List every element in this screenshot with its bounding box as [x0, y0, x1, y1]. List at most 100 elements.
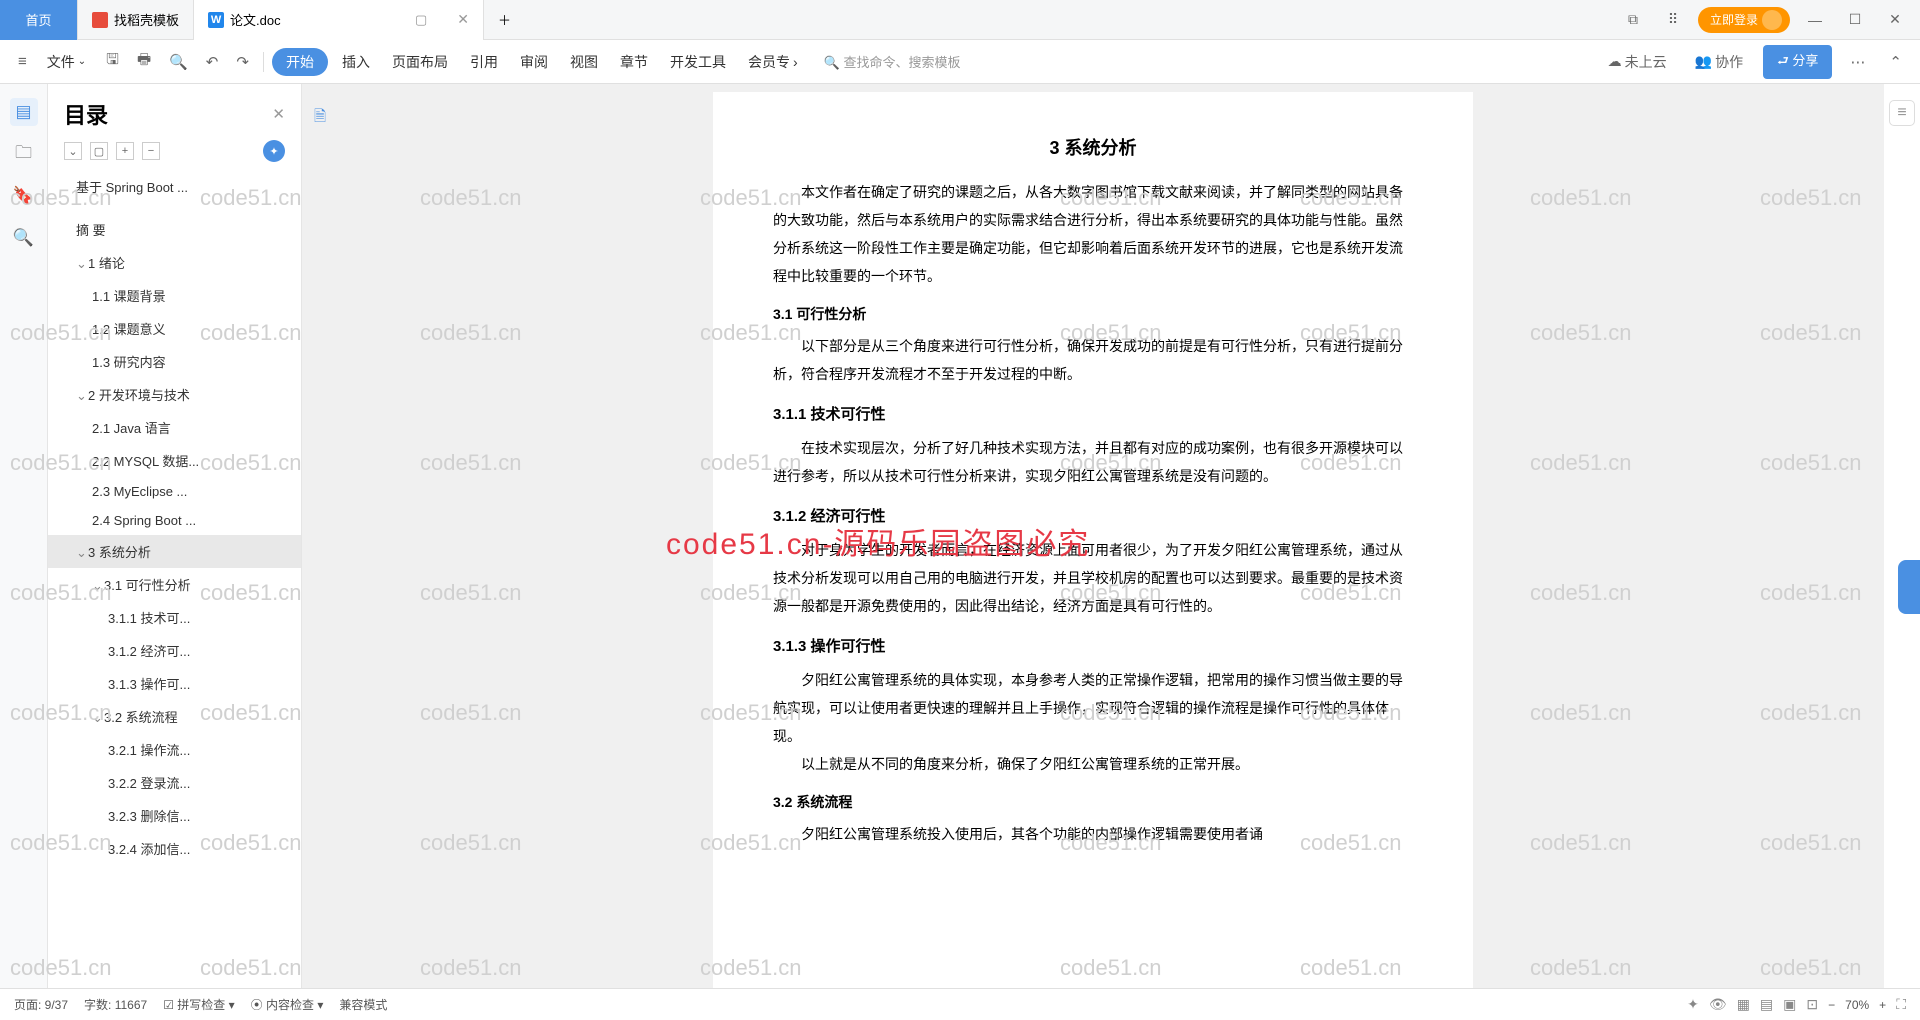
float-tab[interactable] [1898, 560, 1920, 614]
outline-item[interactable]: 1.3 研究内容 [48, 345, 301, 378]
outline-title: 目录 [64, 98, 108, 130]
share-button[interactable]: ⮐ 分享 [1763, 45, 1832, 79]
plus-icon[interactable]: + [116, 142, 134, 160]
tab-templates[interactable]: 找稻壳模板 [78, 0, 194, 40]
ribbon-toolbar: ≡ 文件 ⌄ 🖫 🖶 🔍 ↶ ↷ 开始 插入 页面布局 引用 审阅 视图 章节 … [0, 40, 1920, 84]
popup-icon[interactable]: ▢ [415, 12, 427, 28]
heading-ch3: 3 系统分析 [773, 130, 1413, 166]
redo-icon[interactable]: ↷ [230, 49, 255, 75]
spellcheck-toggle[interactable]: ☑ 拼写检查 ▾ [163, 996, 234, 1013]
tab-home[interactable]: 首页 [0, 0, 78, 40]
apps-icon[interactable]: ⠿ [1658, 5, 1688, 35]
outline-item[interactable]: 3.1.2 经济可... [48, 634, 301, 667]
outline-item[interactable]: 3.2.4 添加信... [48, 832, 301, 865]
paragraph: 在技术实现层次，分析了好几种技术实现方法，并且都有对应的成功案例，也有很多开源模… [773, 434, 1413, 490]
preview-icon[interactable]: 🔍 [163, 49, 194, 75]
collapse-ribbon-icon[interactable]: ⌃ [1883, 49, 1908, 75]
view-page-icon[interactable]: 👁 [1709, 996, 1727, 1013]
view-web-icon[interactable]: ▦ [1737, 996, 1750, 1013]
outline-item[interactable]: 2.2 MYSQL 数据... [48, 444, 301, 477]
heading-312: 3.1.2 经济可行性 [773, 502, 1413, 532]
tab-insert[interactable]: 插入 [334, 48, 378, 76]
outline-item[interactable]: ⌄3 系统分析 [48, 535, 301, 568]
login-button[interactable]: 立即登录 [1698, 7, 1790, 33]
box1-icon[interactable]: ▢ [90, 142, 108, 160]
word-count[interactable]: 字数: 11667 [84, 996, 147, 1013]
coop-button[interactable]: 👥 协作 [1687, 48, 1751, 76]
undo-icon[interactable]: ↶ [200, 49, 225, 75]
tab-view[interactable]: 视图 [562, 48, 606, 76]
minus-icon[interactable]: − [142, 142, 160, 160]
close-window-icon[interactable]: ✕ [1880, 5, 1910, 35]
heading-32: 3.2 系统流程 [773, 788, 1413, 816]
fit-icon[interactable]: ⊡ [1806, 996, 1818, 1013]
outline-item[interactable]: ⌄1 绪论 [48, 246, 301, 279]
tab-member[interactable]: 会员专 › [740, 48, 806, 76]
outline-item[interactable]: 2.1 Java 语言 [48, 411, 301, 444]
search-input[interactable]: 🔍 查找命令、搜索模板 [824, 52, 961, 71]
cloud-status[interactable]: ☁ 未上云 [1600, 48, 1675, 76]
tab-devtools[interactable]: 开发工具 [662, 48, 734, 76]
tab-label: 找稻壳模板 [114, 10, 179, 29]
bookmark-icon[interactable]: 🔖 [10, 182, 38, 210]
outline-item[interactable]: 3.2.3 删除信... [48, 799, 301, 832]
outline-item[interactable]: 摘 要 [48, 213, 301, 246]
outline-item[interactable]: 1.1 课题背景 [48, 279, 301, 312]
compat-mode[interactable]: 兼容模式 [339, 996, 387, 1013]
outline-item[interactable]: ⌄3.1 可行性分析 [48, 568, 301, 601]
close-icon[interactable]: ✕ [457, 11, 469, 28]
file-menu[interactable]: 文件 ⌄ [39, 48, 94, 76]
library-icon[interactable]: 🗀 [10, 140, 38, 168]
wps-doc-icon: W [208, 12, 224, 28]
fullscreen-icon[interactable]: ⛶ [1896, 996, 1906, 1013]
tab-document[interactable]: W 论文.doc ▢ ✕ [194, 0, 484, 40]
outline-panel: 目录 ✕ ⌄ ▢ + − ✦ 基于 Spring Boot ... 摘 要⌄1 … [48, 84, 302, 988]
view-outline-icon[interactable]: ▤ [1760, 996, 1773, 1013]
paragraph: 对于身为学生的开发者而言，在经济资源上面可用者很少，为了开发夕阳红公寓管理系统，… [773, 536, 1413, 620]
view-read-icon[interactable]: ▣ [1783, 996, 1796, 1013]
tab-layout[interactable]: 页面布局 [384, 48, 456, 76]
page-status[interactable]: 页面: 9/37 [14, 996, 68, 1013]
outline-item[interactable]: 3.2.2 登录流... [48, 766, 301, 799]
outline-item[interactable]: 3.1.1 技术可... [48, 601, 301, 634]
menu-icon[interactable]: ≡ [12, 49, 33, 74]
collapse-all-icon[interactable]: ⌄ [64, 142, 82, 160]
save-icon[interactable]: 🖫 [100, 45, 125, 78]
outline-item[interactable]: 3.1.3 操作可... [48, 667, 301, 700]
zoom-out-icon[interactable]: − [1828, 998, 1835, 1012]
tab-ref[interactable]: 引用 [462, 48, 506, 76]
outline-item[interactable]: 1.2 课题意义 [48, 312, 301, 345]
right-rail: ≡ [1884, 84, 1920, 988]
outline-item[interactable]: 2.4 Spring Boot ... [48, 506, 301, 535]
tab-chapter[interactable]: 章节 [612, 48, 656, 76]
tab-new[interactable]: ＋ [484, 0, 525, 40]
close-panel-icon[interactable]: ✕ [272, 105, 285, 123]
outline-icon[interactable]: ▤ [10, 98, 38, 126]
minimize-icon[interactable]: — [1800, 5, 1830, 35]
document-page: 3 系统分析 本文作者在确定了研究的课题之后，从各大数字图书馆下载文献来阅读，并… [713, 92, 1473, 988]
content-check[interactable]: ⦿ 内容检查 ▾ [251, 996, 324, 1013]
heading-311: 3.1.1 技术可行性 [773, 400, 1413, 430]
maximize-icon[interactable]: ☐ [1840, 5, 1870, 35]
panel-toggle-icon[interactable]: ⧉ [1618, 5, 1648, 35]
document-viewport[interactable]: 🗎 3 系统分析 本文作者在确定了研究的课题之后，从各大数字图书馆下载文献来阅读… [302, 84, 1884, 988]
assist-icon[interactable]: ✦ [263, 140, 285, 162]
zoom-in-icon[interactable]: + [1879, 998, 1886, 1012]
outline-item[interactable]: ⌄2 开发环境与技术 [48, 378, 301, 411]
print-icon[interactable]: 🖶 [131, 45, 157, 78]
page-indicator-icon[interactable]: 🗎 [314, 106, 326, 131]
tab-review[interactable]: 审阅 [512, 48, 556, 76]
outline-item[interactable]: 2.3 MyEclipse ... [48, 477, 301, 506]
tab-label: 论文.doc [230, 10, 281, 29]
search-icon[interactable]: 🔍 [10, 224, 38, 252]
outline-item[interactable]: 3.2.1 操作流... [48, 733, 301, 766]
paragraph: 夕阳红公寓管理系统的具体实现，本身参考人类的正常操作逻辑，把常用的操作习惯当做主… [773, 666, 1413, 750]
doc-title[interactable]: 基于 Spring Boot ... [48, 170, 301, 203]
more-icon[interactable]: ⋯ [1844, 49, 1871, 75]
tools-icon[interactable]: ✦ [1687, 996, 1699, 1013]
outline-tree: 基于 Spring Boot ... 摘 要⌄1 绪论1.1 课题背景1.2 课… [48, 170, 301, 988]
tab-start[interactable]: 开始 [272, 48, 328, 76]
expand-panel-icon[interactable]: ≡ [1889, 100, 1915, 126]
zoom-level[interactable]: 70% [1845, 998, 1869, 1012]
outline-item[interactable]: ⌄3.2 系统流程 [48, 700, 301, 733]
